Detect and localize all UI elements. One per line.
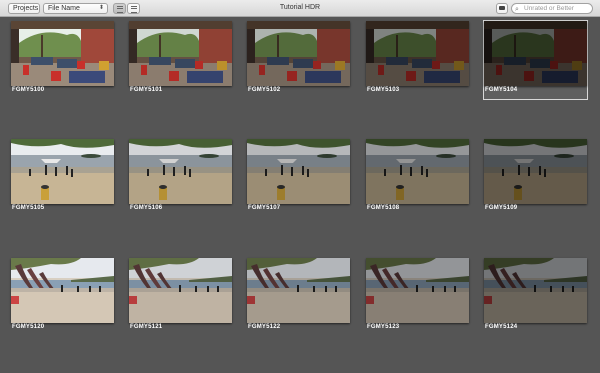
camera-button[interactable] bbox=[496, 3, 508, 14]
window-title: Tutorial HDR bbox=[279, 4, 321, 11]
photo-image bbox=[129, 258, 232, 323]
photo-thumbnail[interactable]: FGMY5105 bbox=[11, 139, 114, 217]
photo-thumbnail[interactable]: FGMY5101 bbox=[129, 21, 232, 99]
photo-thumbnail[interactable]: FGMY5102 bbox=[247, 21, 350, 99]
photo-thumbnail[interactable]: FGMY5106 bbox=[129, 139, 232, 217]
photo-thumbnail[interactable]: FGMY5121 bbox=[129, 258, 232, 336]
photo-thumbnail[interactable]: FGMY5109 bbox=[484, 139, 587, 217]
photo-image bbox=[129, 21, 232, 86]
photo-image bbox=[129, 139, 232, 204]
photo-filename: FGMY5104 bbox=[485, 87, 518, 93]
photo-image bbox=[484, 21, 587, 86]
photo-image bbox=[366, 139, 469, 204]
photo-filename: FGMY5102 bbox=[248, 87, 281, 93]
photo-filename: FGMY5103 bbox=[367, 87, 400, 93]
toolbar: Projects File Name ⬍ Tutorial HDR ⌕ Unra… bbox=[0, 0, 600, 17]
photo-filename: FGMY5105 bbox=[12, 205, 45, 211]
photo-filename: FGMY5122 bbox=[248, 324, 281, 330]
photo-thumbnail[interactable]: FGMY5103 bbox=[366, 21, 469, 99]
photo-image bbox=[247, 21, 350, 86]
photo-filename: FGMY5123 bbox=[367, 324, 400, 330]
photo-image bbox=[247, 139, 350, 204]
search-input[interactable]: ⌕ Unrated or Better bbox=[511, 3, 593, 14]
photo-thumbnail[interactable]: FGMY5107 bbox=[247, 139, 350, 217]
thumbnail-grid: FGMY5100 FGMY5101 FGMY5102 FGMY5103 FGMY… bbox=[0, 17, 600, 373]
photo-image bbox=[366, 21, 469, 86]
photo-image bbox=[484, 258, 587, 323]
search-placeholder: Unrated or Better bbox=[524, 5, 574, 12]
photo-image bbox=[11, 21, 114, 86]
photo-filename: FGMY5101 bbox=[130, 87, 163, 93]
photo-image bbox=[484, 139, 587, 204]
photo-filename: FGMY5124 bbox=[485, 324, 518, 330]
photo-thumbnail[interactable]: FGMY5120 bbox=[11, 258, 114, 336]
photo-image bbox=[247, 258, 350, 323]
photo-filename: FGMY5109 bbox=[485, 205, 518, 211]
photo-thumbnail[interactable]: FGMY5123 bbox=[366, 258, 469, 336]
photo-thumbnail[interactable]: FGMY5104 bbox=[483, 20, 588, 100]
photo-thumbnail[interactable]: FGMY5108 bbox=[366, 139, 469, 217]
photo-filename: FGMY5107 bbox=[248, 205, 281, 211]
photo-thumbnail[interactable]: FGMY5124 bbox=[484, 258, 587, 336]
photo-filename: FGMY5100 bbox=[12, 87, 45, 93]
photo-image bbox=[11, 258, 114, 323]
search-icon: ⌕ bbox=[515, 6, 519, 13]
photo-image bbox=[11, 139, 114, 204]
camera-icon bbox=[499, 6, 505, 10]
photo-thumbnail[interactable]: FGMY5122 bbox=[247, 258, 350, 336]
photo-filename: FGMY5120 bbox=[12, 324, 45, 330]
photo-image bbox=[366, 258, 469, 323]
photo-filename: FGMY5121 bbox=[130, 324, 163, 330]
photo-filename: FGMY5108 bbox=[367, 205, 400, 211]
photo-filename: FGMY5106 bbox=[130, 205, 163, 211]
photo-thumbnail[interactable]: FGMY5100 bbox=[11, 21, 114, 99]
